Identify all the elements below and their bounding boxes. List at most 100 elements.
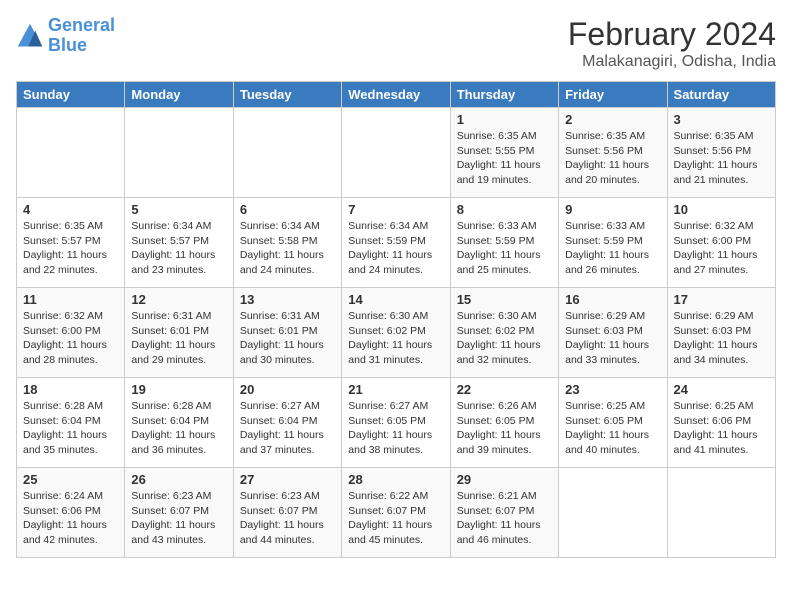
- calendar-cell: 26 Sunrise: 6:23 AM Sunset: 6:07 PM Dayli…: [125, 468, 233, 558]
- logo-line1: General: [48, 15, 115, 35]
- day-info: Sunrise: 6:23 AM Sunset: 6:07 PM Dayligh…: [240, 489, 335, 548]
- calendar-cell: 1 Sunrise: 6:35 AM Sunset: 5:55 PM Daylig…: [450, 108, 558, 198]
- calendar-cell: 14 Sunrise: 6:30 AM Sunset: 6:02 PM Dayli…: [342, 288, 450, 378]
- calendar-cell: 7 Sunrise: 6:34 AM Sunset: 5:59 PM Daylig…: [342, 198, 450, 288]
- calendar-cell: 17 Sunrise: 6:29 AM Sunset: 6:03 PM Dayli…: [667, 288, 775, 378]
- week-row-1: 4 Sunrise: 6:35 AM Sunset: 5:57 PM Daylig…: [17, 198, 776, 288]
- day-number: 1: [457, 112, 552, 127]
- day-info: Sunrise: 6:34 AM Sunset: 5:59 PM Dayligh…: [348, 219, 443, 278]
- day-number: 10: [674, 202, 769, 217]
- header-row: SundayMondayTuesdayWednesdayThursdayFrid…: [17, 82, 776, 108]
- calendar-cell: 29Sunrise: 6:21 AM Sunset: 6:07 PM Dayli…: [450, 468, 558, 558]
- day-number: 24: [674, 382, 769, 397]
- day-info: Sunrise: 6:33 AM Sunset: 5:59 PM Dayligh…: [457, 219, 552, 278]
- day-info: Sunrise: 6:29 AM Sunset: 6:03 PM Dayligh…: [674, 309, 769, 368]
- day-number: 17: [674, 292, 769, 307]
- day-info: Sunrise: 6:34 AM Sunset: 5:58 PM Dayligh…: [240, 219, 335, 278]
- day-info: Sunrise: 6:35 AM Sunset: 5:56 PM Dayligh…: [565, 129, 660, 188]
- calendar-cell: 20 Sunrise: 6:27 AM Sunset: 6:04 PM Dayli…: [233, 378, 341, 468]
- day-info: Sunrise: 6:31 AM Sunset: 6:01 PM Dayligh…: [131, 309, 226, 368]
- calendar-cell: 9 Sunrise: 6:33 AM Sunset: 5:59 PM Daylig…: [559, 198, 667, 288]
- calendar-cell: 21 Sunrise: 6:27 AM Sunset: 6:05 PM Dayli…: [342, 378, 450, 468]
- calendar-cell: 5 Sunrise: 6:34 AM Sunset: 5:57 PM Daylig…: [125, 198, 233, 288]
- day-info: Sunrise: 6:28 AM Sunset: 6:04 PM Dayligh…: [131, 399, 226, 458]
- day-info: Sunrise: 6:32 AM Sunset: 6:00 PM Dayligh…: [674, 219, 769, 278]
- day-info: Sunrise: 6:25 AM Sunset: 6:05 PM Dayligh…: [565, 399, 660, 458]
- day-number: 20: [240, 382, 335, 397]
- day-info: Sunrise: 6:28 AM Sunset: 6:04 PM Dayligh…: [23, 399, 118, 458]
- day-info: Sunrise: 6:32 AM Sunset: 6:00 PM Dayligh…: [23, 309, 118, 368]
- day-number: 28: [348, 472, 443, 487]
- day-number: 13: [240, 292, 335, 307]
- day-info: Sunrise: 6:35 AM Sunset: 5:55 PM Dayligh…: [457, 129, 552, 188]
- day-info: Sunrise: 6:29 AM Sunset: 6:03 PM Dayligh…: [565, 309, 660, 368]
- logo-line2: Blue: [48, 35, 87, 55]
- day-header-tuesday: Tuesday: [233, 82, 341, 108]
- calendar-cell: 25Sunrise: 6:24 AM Sunset: 6:06 PM Dayli…: [17, 468, 125, 558]
- day-number: 11: [23, 292, 118, 307]
- day-number: 21: [348, 382, 443, 397]
- day-number: 8: [457, 202, 552, 217]
- day-header-wednesday: Wednesday: [342, 82, 450, 108]
- day-number: 25: [23, 472, 118, 487]
- day-number: 19: [131, 382, 226, 397]
- day-number: 26: [131, 472, 226, 487]
- day-info: Sunrise: 6:26 AM Sunset: 6:05 PM Dayligh…: [457, 399, 552, 458]
- day-info: Sunrise: 6:25 AM Sunset: 6:06 PM Dayligh…: [674, 399, 769, 458]
- day-number: 15: [457, 292, 552, 307]
- page-header: General Blue February 2024 Malakanagiri,…: [16, 16, 776, 71]
- day-number: 14: [348, 292, 443, 307]
- calendar-cell: 24 Sunrise: 6:25 AM Sunset: 6:06 PM Dayli…: [667, 378, 775, 468]
- calendar-cell: 3 Sunrise: 6:35 AM Sunset: 5:56 PM Daylig…: [667, 108, 775, 198]
- week-row-2: 11 Sunrise: 6:32 AM Sunset: 6:00 PM Dayli…: [17, 288, 776, 378]
- day-info: Sunrise: 6:30 AM Sunset: 6:02 PM Dayligh…: [348, 309, 443, 368]
- calendar-cell: 23Sunrise: 6:25 AM Sunset: 6:05 PM Dayli…: [559, 378, 667, 468]
- day-number: 9: [565, 202, 660, 217]
- calendar-cell: 6 Sunrise: 6:34 AM Sunset: 5:58 PM Daylig…: [233, 198, 341, 288]
- day-number: 12: [131, 292, 226, 307]
- day-number: 16: [565, 292, 660, 307]
- day-info: Sunrise: 6:35 AM Sunset: 5:56 PM Dayligh…: [674, 129, 769, 188]
- day-header-thursday: Thursday: [450, 82, 558, 108]
- calendar-cell: [667, 468, 775, 558]
- calendar-cell: 18 Sunrise: 6:28 AM Sunset: 6:04 PM Dayli…: [17, 378, 125, 468]
- day-info: Sunrise: 6:22 AM Sunset: 6:07 PM Dayligh…: [348, 489, 443, 548]
- calendar-cell: [233, 108, 341, 198]
- calendar-table: SundayMondayTuesdayWednesdayThursdayFrid…: [16, 81, 776, 558]
- day-info: Sunrise: 6:30 AM Sunset: 6:02 PM Dayligh…: [457, 309, 552, 368]
- day-header-monday: Monday: [125, 82, 233, 108]
- calendar-cell: 10 Sunrise: 6:32 AM Sunset: 6:00 PM Dayli…: [667, 198, 775, 288]
- day-number: 18: [23, 382, 118, 397]
- calendar-cell: 28 Sunrise: 6:22 AM Sunset: 6:07 PM Dayli…: [342, 468, 450, 558]
- calendar-cell: 22Sunrise: 6:26 AM Sunset: 6:05 PM Dayli…: [450, 378, 558, 468]
- day-info: Sunrise: 6:35 AM Sunset: 5:57 PM Dayligh…: [23, 219, 118, 278]
- location: Malakanagiri, Odisha, India: [568, 53, 776, 71]
- day-number: 29: [457, 472, 552, 487]
- logo: General Blue: [16, 16, 115, 56]
- day-info: Sunrise: 6:27 AM Sunset: 6:04 PM Dayligh…: [240, 399, 335, 458]
- day-number: 2: [565, 112, 660, 127]
- day-info: Sunrise: 6:27 AM Sunset: 6:05 PM Dayligh…: [348, 399, 443, 458]
- day-header-sunday: Sunday: [17, 82, 125, 108]
- calendar-cell: [342, 108, 450, 198]
- calendar-cell: 27Sunrise: 6:23 AM Sunset: 6:07 PM Dayli…: [233, 468, 341, 558]
- day-number: 4: [23, 202, 118, 217]
- week-row-3: 18 Sunrise: 6:28 AM Sunset: 6:04 PM Dayli…: [17, 378, 776, 468]
- day-number: 3: [674, 112, 769, 127]
- calendar-cell: [559, 468, 667, 558]
- day-info: Sunrise: 6:23 AM Sunset: 6:07 PM Dayligh…: [131, 489, 226, 548]
- calendar-cell: [17, 108, 125, 198]
- week-row-0: 1 Sunrise: 6:35 AM Sunset: 5:55 PM Daylig…: [17, 108, 776, 198]
- calendar-cell: 11 Sunrise: 6:32 AM Sunset: 6:00 PM Dayli…: [17, 288, 125, 378]
- calendar-cell: 4 Sunrise: 6:35 AM Sunset: 5:57 PM Daylig…: [17, 198, 125, 288]
- day-number: 5: [131, 202, 226, 217]
- calendar-cell: 2 Sunrise: 6:35 AM Sunset: 5:56 PM Daylig…: [559, 108, 667, 198]
- day-info: Sunrise: 6:34 AM Sunset: 5:57 PM Dayligh…: [131, 219, 226, 278]
- day-number: 7: [348, 202, 443, 217]
- calendar-cell: 15 Sunrise: 6:30 AM Sunset: 6:02 PM Dayli…: [450, 288, 558, 378]
- day-header-saturday: Saturday: [667, 82, 775, 108]
- calendar-cell: [125, 108, 233, 198]
- day-number: 6: [240, 202, 335, 217]
- title-block: February 2024 Malakanagiri, Odisha, Indi…: [568, 16, 776, 71]
- day-info: Sunrise: 6:33 AM Sunset: 5:59 PM Dayligh…: [565, 219, 660, 278]
